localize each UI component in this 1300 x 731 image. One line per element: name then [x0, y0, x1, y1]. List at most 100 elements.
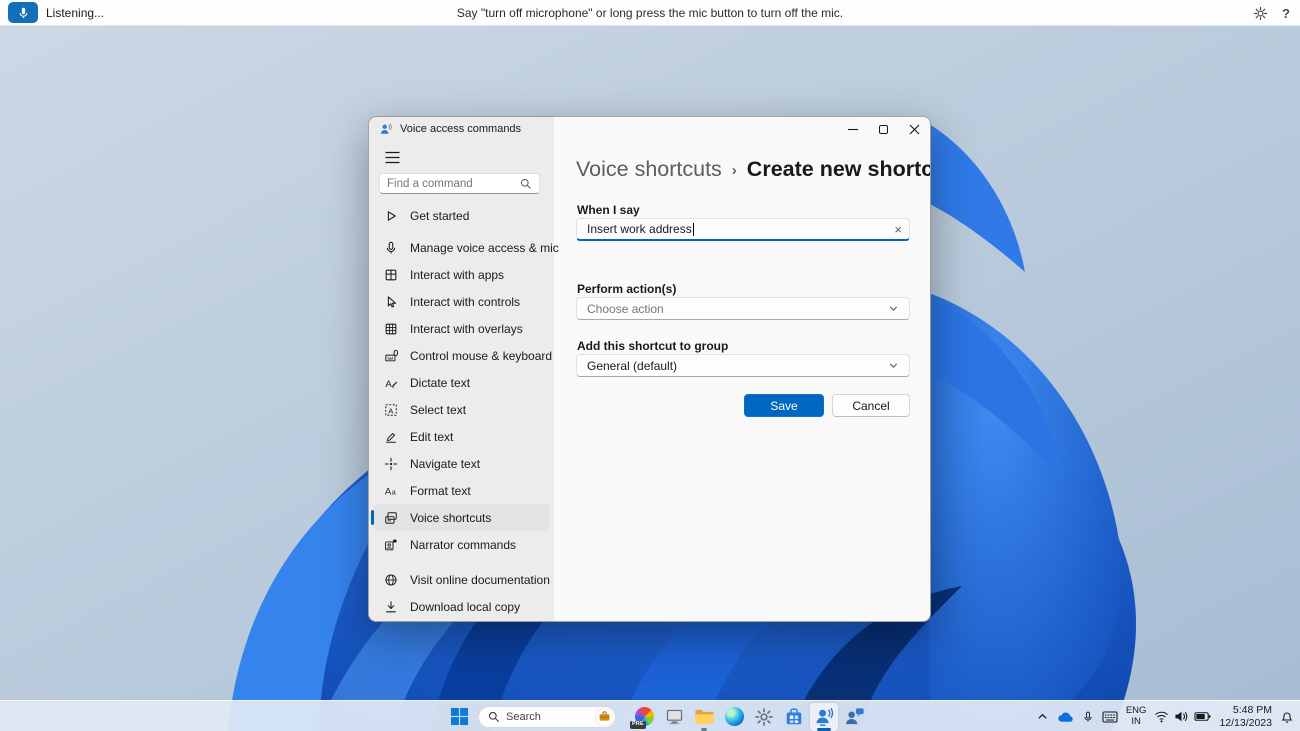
sidebar-item-label: Select text [410, 402, 467, 417]
taskbar-search-label: Search [506, 710, 541, 723]
chevron-down-icon [889, 306, 898, 311]
onedrive-icon[interactable] [1057, 710, 1074, 723]
window-title: Voice access commands [400, 123, 522, 135]
navigate-text-icon [383, 456, 399, 472]
preview-badge: PRE [630, 721, 646, 729]
voice-help-icon[interactable]: ? [1282, 6, 1290, 21]
start-button[interactable] [446, 704, 472, 730]
sidebar-item-label: Dictate text [410, 375, 471, 390]
mic-hint-text: Say "turn off microphone" or long press … [456, 6, 844, 20]
store-icon [784, 707, 804, 727]
chevron-down-icon [889, 363, 898, 368]
cancel-button[interactable]: Cancel [832, 394, 910, 417]
perform-action-select[interactable]: Choose action [576, 297, 910, 320]
feedback-icon [844, 706, 865, 727]
minimize-button[interactable] [837, 117, 868, 141]
group-select[interactable]: General (default) [576, 354, 910, 377]
notifications-bell-icon[interactable] [1280, 709, 1294, 724]
touch-keyboard-icon[interactable] [1102, 710, 1118, 723]
windows-logo-icon [450, 707, 468, 726]
sidebar-item-label: Narrator commands [410, 537, 517, 552]
sidebar-item-dictate-text[interactable]: A Dictate text [374, 369, 549, 396]
when-i-say-input[interactable]: Insert work address × [576, 218, 910, 241]
sidebar-item-voice-shortcuts[interactable]: Voice shortcuts [371, 504, 549, 531]
cursor-icon [383, 294, 399, 310]
volume-icon [1174, 710, 1189, 723]
mouse-keyboard-icon [383, 348, 399, 364]
sidebar-item-visit-online-documentation[interactable]: Visit online documentation [374, 566, 550, 593]
sidebar-item-download-local-copy[interactable]: Download local copy [374, 593, 549, 620]
dictate-icon: A [383, 375, 399, 391]
quick-settings-group[interactable] [1154, 710, 1211, 723]
search-highlights-icon [595, 707, 613, 726]
svg-text:A: A [385, 486, 392, 497]
close-button[interactable] [899, 117, 930, 141]
voice-access-commands-window: Voice access commands Get started Manage … [368, 116, 931, 622]
perform-action-label: Perform action(s) [577, 282, 677, 296]
system-tray: ENG IN 5:48 PM 12/13/2023 [1036, 701, 1294, 731]
command-search-box[interactable] [379, 173, 540, 194]
clear-text-icon[interactable]: × [894, 221, 902, 238]
sidebar-item-label: Edit text [410, 429, 454, 444]
sidebar-item-label: Download local copy [410, 599, 521, 614]
microphone-tray-icon[interactable] [1082, 710, 1094, 724]
chevron-up-icon[interactable] [1036, 710, 1049, 723]
sidebar-item-narrator-commands[interactable]: Narrator commands [374, 531, 549, 558]
date-text: 12/13/2023 [1219, 716, 1272, 729]
format-text-icon: Aa [383, 483, 399, 499]
taskbar-settings-gear-icon[interactable] [750, 703, 778, 731]
sidebar-item-format-text[interactable]: Aa Format text [374, 477, 549, 504]
globe-icon [383, 572, 399, 588]
wifi-icon [1154, 710, 1169, 723]
sidebar-item-interact-with-overlays[interactable]: Interact with overlays [374, 315, 549, 342]
edit-text-icon [383, 429, 399, 445]
group-label: Add this shortcut to group [577, 339, 729, 353]
sidebar-item-interact-with-apps[interactable]: Interact with apps [374, 261, 549, 288]
sidebar-item-navigate-text[interactable]: Navigate text [374, 450, 549, 477]
language-indicator[interactable]: ENG IN [1126, 705, 1147, 727]
sidebar-item-label: Manage voice access & mic [410, 240, 559, 255]
taskbar-app-icons: PRE [629, 702, 869, 731]
taskbar-search-box[interactable]: Search [478, 705, 616, 728]
grid-overlay-icon [383, 321, 399, 337]
sidebar-item-manage-voice-access-mic[interactable]: Manage voice access & mic [374, 234, 559, 261]
sidebar-item-label: Interact with apps [410, 267, 505, 282]
page-title: Create new shortcut [746, 157, 930, 181]
command-search-input[interactable] [387, 177, 520, 190]
apps-icon [383, 267, 399, 283]
taskbar: Search PRE ENG IN 5:48 PM 12/13/2023 [0, 700, 1300, 731]
microphone-icon [383, 240, 399, 256]
taskbar-voice-access-icon[interactable] [810, 702, 838, 731]
commands-sidebar: Get started Manage voice access & mic Inte… [369, 141, 559, 621]
taskbar-edge-icon[interactable] [720, 703, 748, 731]
hamburger-menu-button[interactable] [380, 147, 404, 167]
taskbar-device-icon[interactable] [660, 703, 688, 731]
desktop-screen: Listening... Say "turn off microphone" o… [0, 0, 1300, 731]
sidebar-item-control-mouse-keyboard[interactable]: Control mouse & keyboard [374, 342, 553, 369]
text-caret [692, 222, 694, 236]
perform-action-value: Choose action [587, 301, 664, 316]
voice-access-icon [814, 706, 835, 727]
select-text-icon: A [383, 402, 399, 418]
svg-text:A: A [388, 406, 393, 415]
save-button[interactable]: Save [744, 394, 824, 417]
breadcrumb-voice-shortcuts[interactable]: Voice shortcuts [576, 157, 722, 182]
sidebar-item-interact-with-controls[interactable]: Interact with controls [374, 288, 549, 315]
taskbar-feedback-icon[interactable] [840, 703, 868, 731]
taskbar-preview-app-icon[interactable]: PRE [630, 703, 658, 731]
voice-settings-gear-icon[interactable] [1253, 6, 1268, 21]
window-titlebar[interactable]: Voice access commands [369, 117, 930, 141]
maximize-button[interactable] [868, 117, 899, 141]
clock[interactable]: 5:48 PM 12/13/2023 [1219, 704, 1272, 729]
sidebar-item-select-text[interactable]: A Select text [374, 396, 549, 423]
maximize-icon [879, 124, 888, 134]
svg-text:a: a [392, 489, 396, 496]
language-line2: IN [1131, 715, 1141, 727]
taskbar-store-icon[interactable] [780, 703, 808, 731]
sidebar-item-label: Control mouse & keyboard [410, 348, 553, 363]
sidebar-item-edit-text[interactable]: Edit text [374, 423, 549, 450]
taskbar-file-explorer-icon[interactable] [690, 703, 718, 731]
sidebar-item-label: Visit online documentation [410, 572, 550, 587]
when-i-say-label: When I say [577, 203, 640, 217]
sidebar-item-get-started[interactable]: Get started [374, 202, 549, 229]
